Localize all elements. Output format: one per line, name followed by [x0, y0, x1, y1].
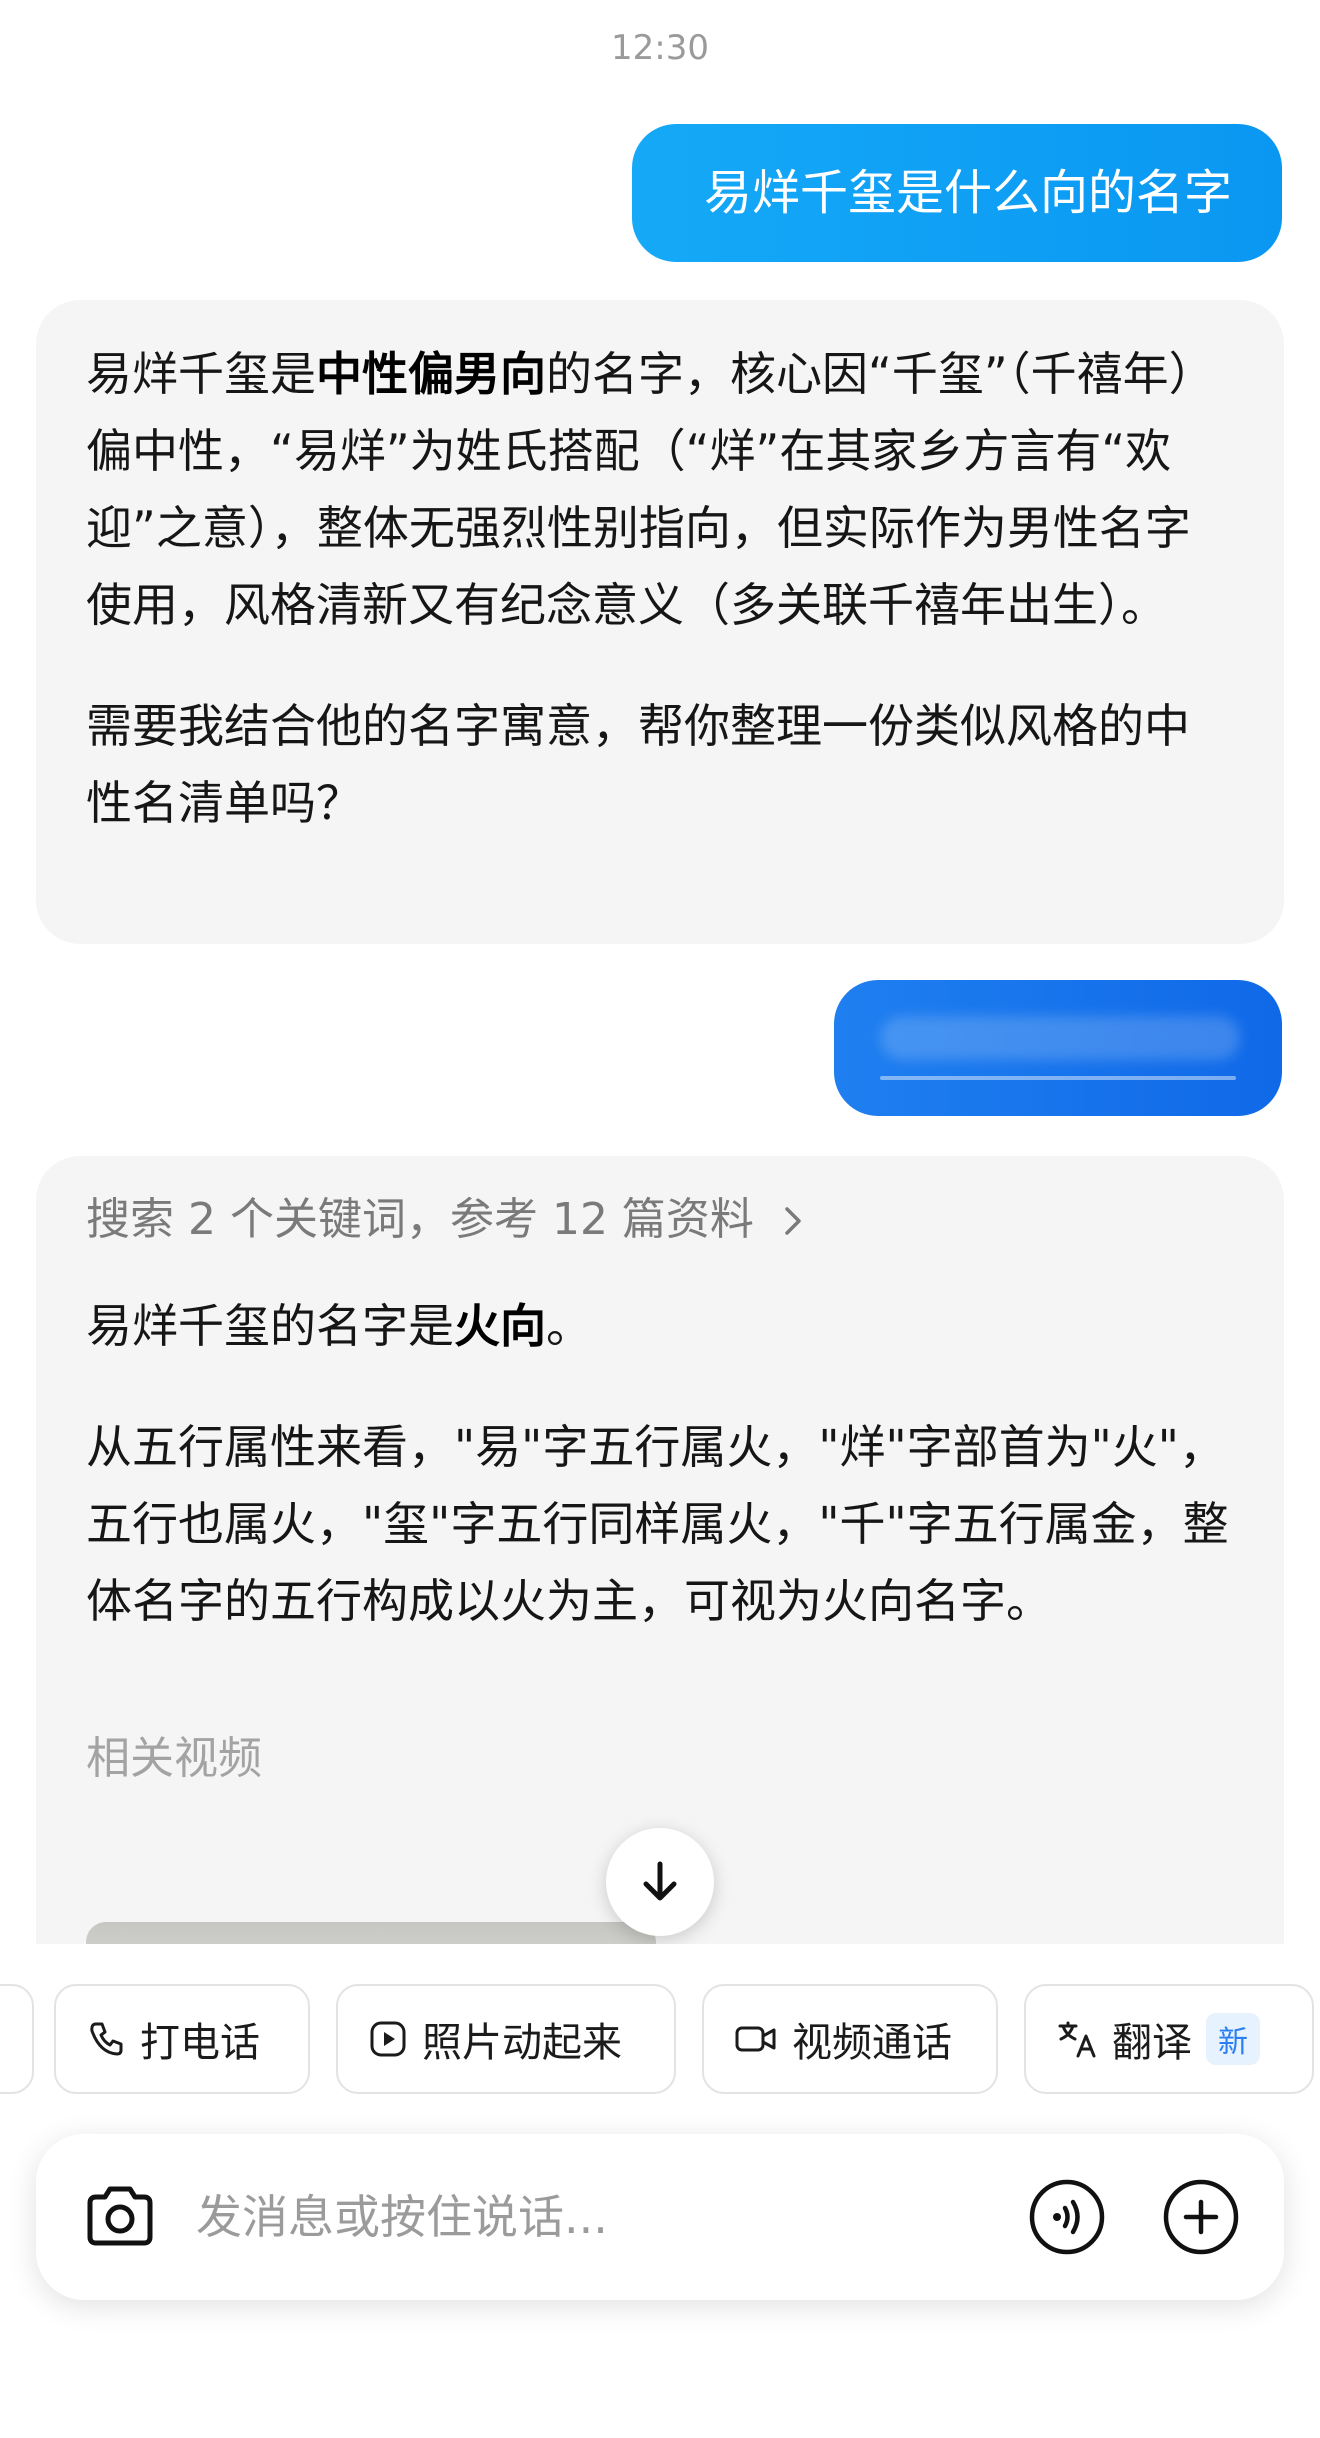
- chevron-right-icon: [785, 1207, 801, 1235]
- translate-icon: [1058, 2021, 1096, 2058]
- bold-text: 中性偏男向: [316, 347, 546, 401]
- ai-message-1[interactable]: 易烊千玺是中性偏男向的名字，核心因“千玺”（千禧年）偏中性，“易烊”为姓氏搭配（…: [36, 300, 1284, 944]
- ai-message-paragraph: 易烊千玺是中性偏男向的名字，核心因“千玺”（千禧年）偏中性，“易烊”为姓氏搭配（…: [86, 336, 1234, 644]
- plus-circle-icon[interactable]: [1162, 2178, 1240, 2256]
- status-time: 12:30: [611, 28, 709, 68]
- voice-wave-icon[interactable]: [1028, 2178, 1106, 2256]
- quick-action-label: 视频通话: [792, 2020, 952, 2066]
- quick-action-photo-animate[interactable]: 照片动起来: [336, 1984, 676, 2094]
- phone-icon: [90, 2022, 123, 2056]
- search-summary-text: 搜索 2 个关键词，参考 12 篇资料: [86, 1194, 754, 1245]
- message-input-placeholder[interactable]: 发消息或按住说话...: [196, 2186, 608, 2248]
- user-message-text: 易烊千玺是什么向的名字: [703, 165, 1232, 221]
- text-span: 易烊千玺是: [86, 347, 316, 401]
- blurred-underline: [880, 1076, 1236, 1080]
- arrow-down-icon: [643, 1861, 677, 1901]
- scroll-to-bottom-button[interactable]: [606, 1828, 714, 1936]
- quick-action-label: 翻译: [1112, 2020, 1192, 2066]
- quick-action-label: 照片动起来: [422, 2020, 622, 2066]
- video-camera-icon: [735, 2026, 776, 2052]
- new-badge: 新: [1206, 2013, 1260, 2065]
- play-square-icon: [370, 2021, 406, 2057]
- bottom-panel: 打电话 照片动起来 视频通话 翻译 新 发消息或按住说话...: [0, 1944, 1320, 2438]
- quick-action-label: 打电话: [140, 2020, 260, 2066]
- message-input-bar[interactable]: 发消息或按住说话...: [36, 2134, 1284, 2300]
- blurred-text: [880, 1016, 1240, 1060]
- text-span: 易烊千玺的名字是: [86, 1299, 454, 1353]
- quick-action-video-call[interactable]: 视频通话: [702, 1984, 998, 2094]
- bold-text: 火向: [454, 1299, 546, 1353]
- related-videos-label: 相关视频: [86, 1733, 262, 1784]
- search-summary-link[interactable]: 搜索 2 个关键词，参考 12 篇资料: [86, 1192, 1234, 1248]
- quick-action-translate[interactable]: 翻译 新: [1024, 1984, 1314, 2094]
- ai-follow-up-question: 需要我结合他的名字寓意，帮你整理一份类似风格的中性名清单吗？: [86, 699, 1190, 830]
- ai-answer-paragraph: 易烊千玺的名字是火向。: [86, 1288, 1234, 1365]
- text-span: 。: [546, 1299, 592, 1353]
- user-message-2-blurred[interactable]: [834, 980, 1282, 1116]
- quick-action-call[interactable]: 打电话: [54, 1984, 310, 2094]
- quick-action-partial[interactable]: [0, 1984, 34, 2094]
- user-message-1[interactable]: 易烊千玺是什么向的名字: [632, 124, 1282, 262]
- camera-icon[interactable]: [80, 2177, 160, 2257]
- ai-explanation-paragraph: 从五行属性来看，"易"字五行属火，"烊"字部首为"火"，五行也属火，"玺"字五行…: [86, 1420, 1229, 1628]
